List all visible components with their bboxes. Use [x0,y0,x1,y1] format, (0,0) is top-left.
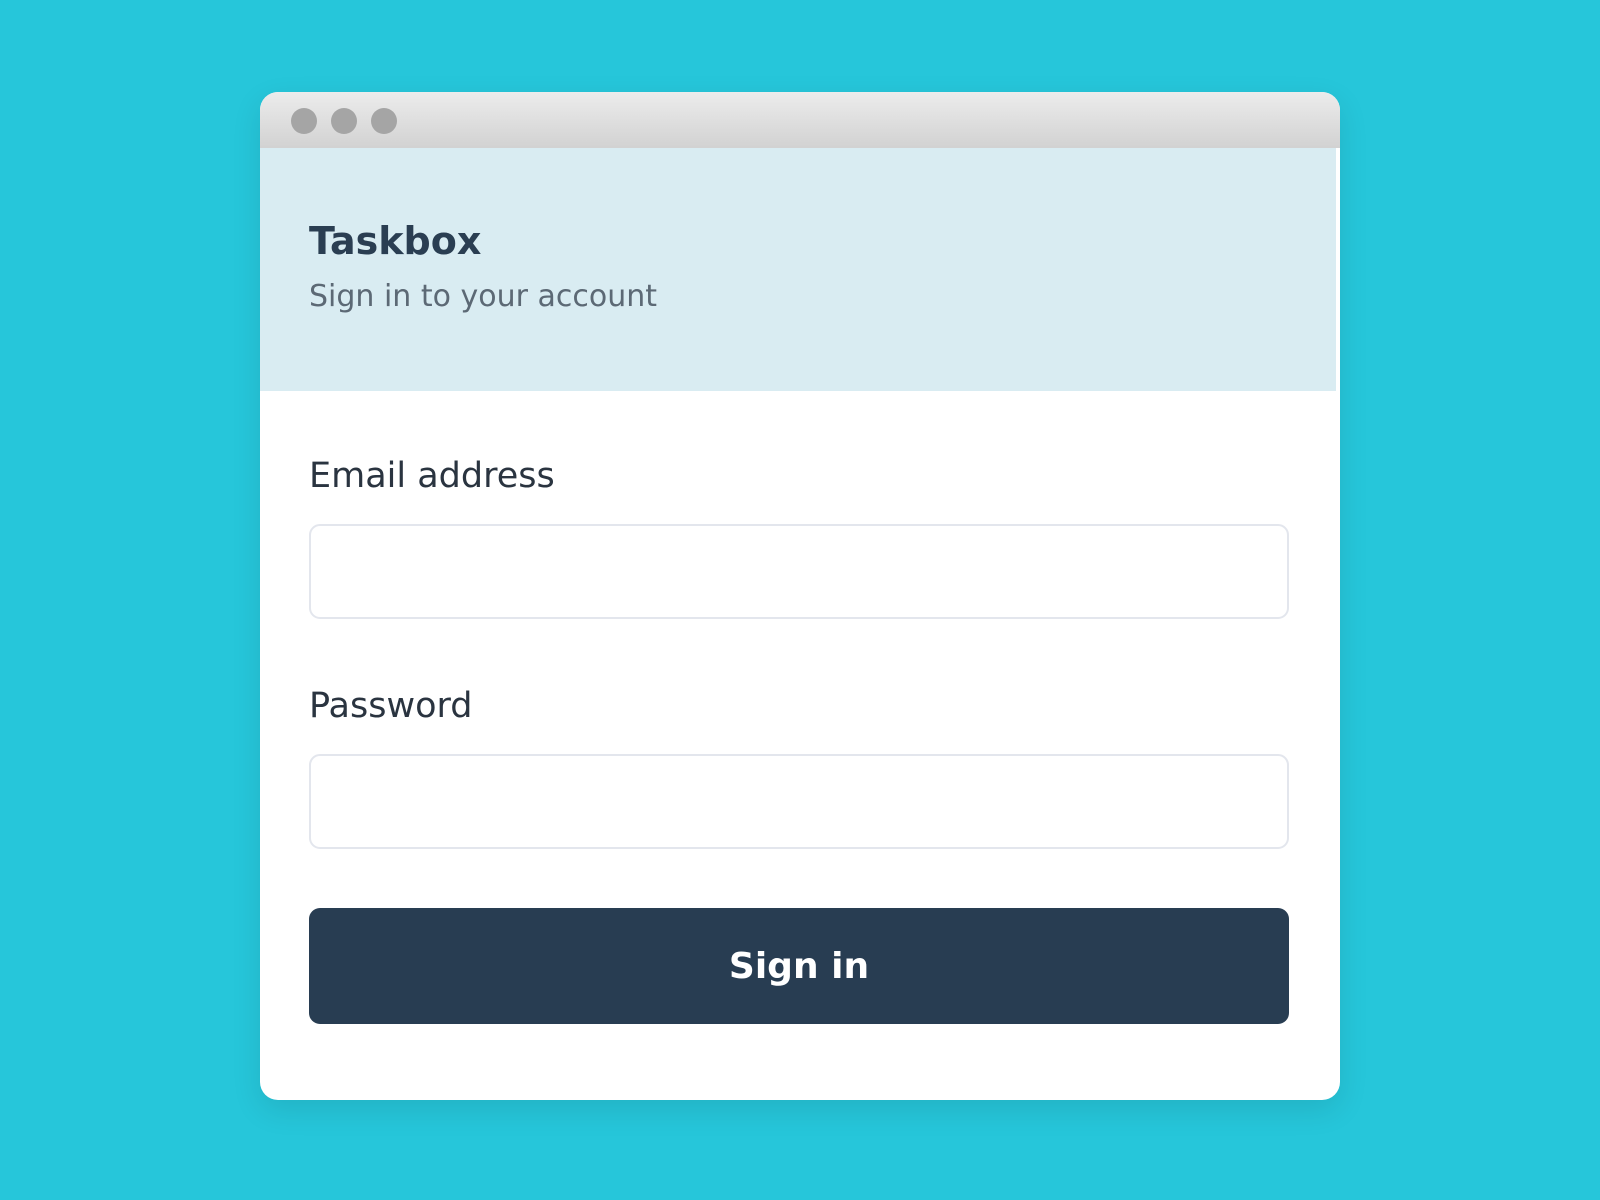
app-subtitle: Sign in to your account [309,279,658,314]
password-label: Password [309,686,473,726]
login-form: Email address Password Sign in [260,391,1340,1024]
login-header: Taskbox Sign in to your account [260,148,1340,391]
password-field[interactable] [309,754,1289,849]
browser-window: Taskbox Sign in to your account Email ad… [260,92,1340,1100]
sign-in-button[interactable]: Sign in [309,908,1289,1024]
email-field[interactable] [309,524,1289,619]
window-close-dot-icon[interactable] [291,108,317,134]
window-titlebar [260,92,1340,148]
window-minimize-dot-icon[interactable] [331,108,357,134]
email-label: Email address [309,456,555,496]
window-maximize-dot-icon[interactable] [371,108,397,134]
app-title: Taskbox [309,219,482,263]
